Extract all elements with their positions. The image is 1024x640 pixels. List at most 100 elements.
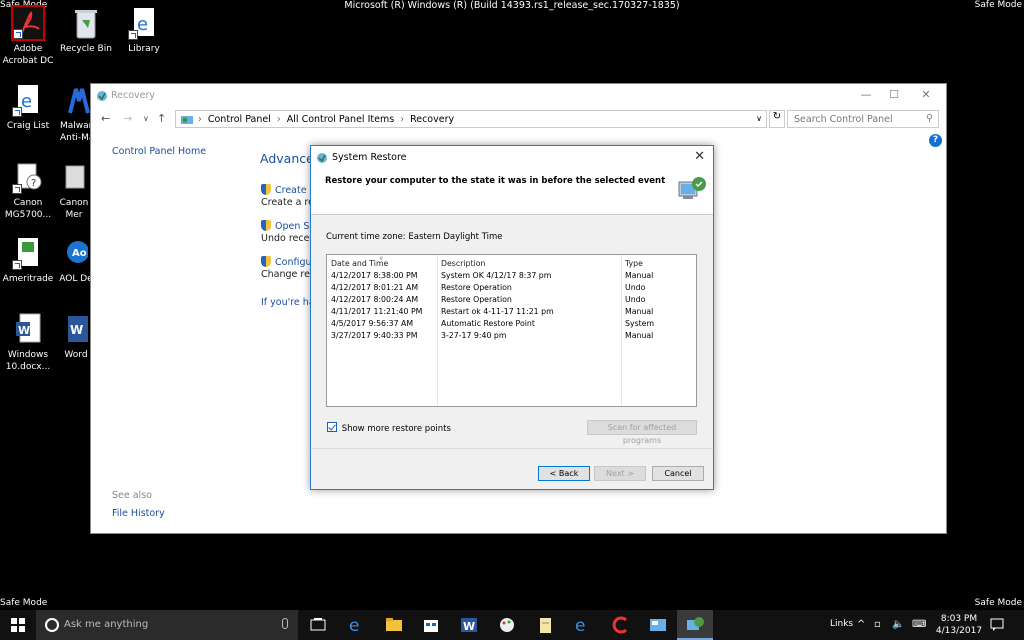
taskbar: Ask me anything e W e Links ^ ▫ 🔈 ⌨ 8:03…: [0, 610, 1024, 640]
back-arrow-icon[interactable]: ←: [101, 112, 110, 125]
shield-icon: [261, 256, 271, 267]
row-description: Automatic Restore Point: [441, 319, 535, 328]
search-icon: ⚲: [926, 113, 933, 124]
desktop-icon-malwarebytes[interactable]: Malwar Anti-Ma: [46, 83, 94, 144]
clock-time: 8:03 PM: [940, 614, 978, 624]
desktop-icon-label: Canon MG5700...: [4, 198, 52, 220]
next-button[interactable]: Next >: [594, 466, 646, 481]
recovery-title-bar[interactable]: Recovery — ☐ ✕: [91, 84, 946, 108]
task-view-icon[interactable]: [308, 615, 328, 635]
cancel-button[interactable]: Cancel: [652, 466, 704, 481]
show-more-restore-points-checkbox[interactable]: Show more restore points: [327, 422, 451, 434]
store-icon[interactable]: [421, 615, 441, 635]
table-row[interactable]: 4/12/2017 8:01:21 AM Restore Operation U…: [327, 282, 696, 294]
word-icon: W: [64, 312, 88, 346]
row-type: Undo: [625, 283, 646, 292]
desktop-icon-library[interactable]: e Library: [116, 6, 172, 55]
cortana-icon: [45, 618, 59, 632]
breadcrumb-all-items[interactable]: All Control Panel Items: [287, 114, 394, 125]
show-hidden-icons-icon[interactable]: ^: [857, 619, 865, 630]
desktop-icon-recycle-bin[interactable]: Recycle Bin: [58, 6, 114, 55]
control-panel-home-link[interactable]: Control Panel Home: [112, 146, 206, 157]
up-arrow-icon[interactable]: ↑: [157, 112, 166, 125]
volume-icon[interactable]: 🔈: [892, 619, 904, 630]
search-placeholder: Search Control Panel: [794, 114, 893, 125]
svg-text:?: ?: [31, 178, 36, 189]
svg-text:e: e: [21, 91, 32, 112]
search-input[interactable]: Search Control Panel ⚲: [787, 110, 939, 128]
help-icon[interactable]: ?: [929, 134, 942, 147]
windows-logo-icon: [11, 618, 25, 632]
ccleaner-icon[interactable]: [610, 615, 630, 635]
table-row[interactable]: 3/27/2017 9:40:33 PM 3-27-17 9:40 pm Man…: [327, 330, 696, 342]
breadcrumb: › Control Panel › All Control Panel Item…: [198, 114, 455, 125]
row-description: Restore Operation: [441, 283, 512, 292]
column-description[interactable]: Description: [441, 259, 485, 268]
system-restore-title-bar[interactable]: System Restore ✕: [311, 146, 713, 170]
row-date: 4/5/2017 9:56:37 AM: [331, 319, 414, 328]
chevron-down-icon[interactable]: ∨: [143, 114, 149, 123]
taskbar-active-app[interactable]: [677, 610, 713, 640]
desktop-icon-canon-mg5700[interactable]: ? Canon MG5700...: [0, 160, 56, 221]
chevron-down-icon[interactable]: ∨: [756, 114, 762, 123]
table-row[interactable]: 4/5/2017 9:56:37 AM Automatic Restore Po…: [327, 318, 696, 330]
close-icon[interactable]: ✕: [694, 149, 705, 164]
keyboard-icon[interactable]: ⌨: [912, 619, 926, 630]
printer-help-icon: ?: [12, 160, 44, 194]
timezone-label: Current time zone: Eastern Daylight Time: [326, 232, 503, 242]
malwarebytes-icon: [68, 83, 90, 117]
control-panel-icon[interactable]: [648, 615, 668, 635]
row-type: System: [625, 319, 655, 328]
breadcrumb-control-panel[interactable]: Control Panel: [208, 114, 271, 125]
back-button[interactable]: < Back: [538, 466, 590, 481]
file-history-link[interactable]: File History: [112, 508, 165, 519]
start-button[interactable]: [0, 610, 36, 640]
maximize-icon[interactable]: ☐: [879, 88, 909, 101]
breadcrumb-recovery[interactable]: Recovery: [410, 114, 454, 125]
row-date: 3/27/2017 9:40:33 PM: [331, 331, 418, 340]
system-restore-taskbar-icon: [687, 617, 704, 630]
refresh-button[interactable]: ↻: [769, 110, 785, 128]
row-type: Manual: [625, 307, 654, 316]
pdf-icon: [11, 5, 45, 41]
system-restore-dialog: System Restore ✕ Restore your computer t…: [310, 145, 714, 490]
network-icon[interactable]: ▫: [874, 619, 881, 630]
microphone-icon[interactable]: [282, 618, 288, 629]
desktop-icon-ameritrade[interactable]: Ameritrade: [0, 236, 56, 285]
checkbox-checked-icon[interactable]: [327, 422, 337, 432]
paint-icon[interactable]: [497, 615, 517, 635]
notifications-icon[interactable]: [990, 618, 1004, 632]
column-type[interactable]: Type: [625, 259, 643, 268]
table-row[interactable]: 4/12/2017 8:38:00 PM System OK 4/12/17 8…: [327, 270, 696, 282]
scan-affected-programs-button[interactable]: Scan for affected programs: [587, 420, 697, 445]
address-bar[interactable]: › Control Panel › All Control Panel Item…: [175, 110, 767, 128]
word-icon[interactable]: W: [459, 615, 479, 635]
close-icon[interactable]: ✕: [911, 88, 941, 101]
desktop-icon-windows-docx[interactable]: W Windows 10.docx...: [0, 312, 56, 373]
edge-icon[interactable]: e: [346, 615, 366, 635]
links-toolbar[interactable]: Links: [830, 619, 853, 629]
row-date: 4/12/2017 8:38:00 PM: [331, 271, 418, 280]
desktop-icon-canon-mer[interactable]: Canon Mer: [54, 160, 94, 221]
row-date: 4/11/2017 11:21:40 PM: [331, 307, 423, 316]
checkbox-label: Show more restore points: [341, 424, 451, 434]
recovery-title: Recovery: [111, 90, 156, 101]
safe-mode-label: Safe Mode: [0, 598, 48, 608]
forward-arrow-icon[interactable]: →: [123, 112, 132, 125]
desktop-icon-label: Adobe Acrobat DC: [2, 44, 54, 66]
table-row[interactable]: 4/11/2017 11:21:40 PM Restart ok 4-11-17…: [327, 306, 696, 318]
notepad-icon[interactable]: [535, 615, 555, 635]
svg-text:e: e: [575, 616, 585, 635]
minimize-icon[interactable]: —: [851, 88, 881, 101]
taskbar-clock[interactable]: 8:03 PM 4/13/2017: [935, 613, 983, 637]
file-explorer-icon[interactable]: [384, 615, 404, 635]
cortana-search-box[interactable]: Ask me anything: [36, 610, 298, 640]
svg-text:Ao: Ao: [72, 248, 87, 259]
table-row[interactable]: 4/12/2017 8:00:24 AM Restore Operation U…: [327, 294, 696, 306]
printer-icon: [62, 160, 86, 194]
restore-points-list[interactable]: Date and Time ∨ Description Type 4/12/20…: [326, 254, 697, 407]
clock-date: 4/13/2017: [935, 626, 983, 636]
row-description: Restore Operation: [441, 295, 512, 304]
internet-explorer-icon[interactable]: e: [572, 615, 592, 635]
desktop-icon-adobe[interactable]: Adobe Acrobat DC: [0, 5, 56, 67]
